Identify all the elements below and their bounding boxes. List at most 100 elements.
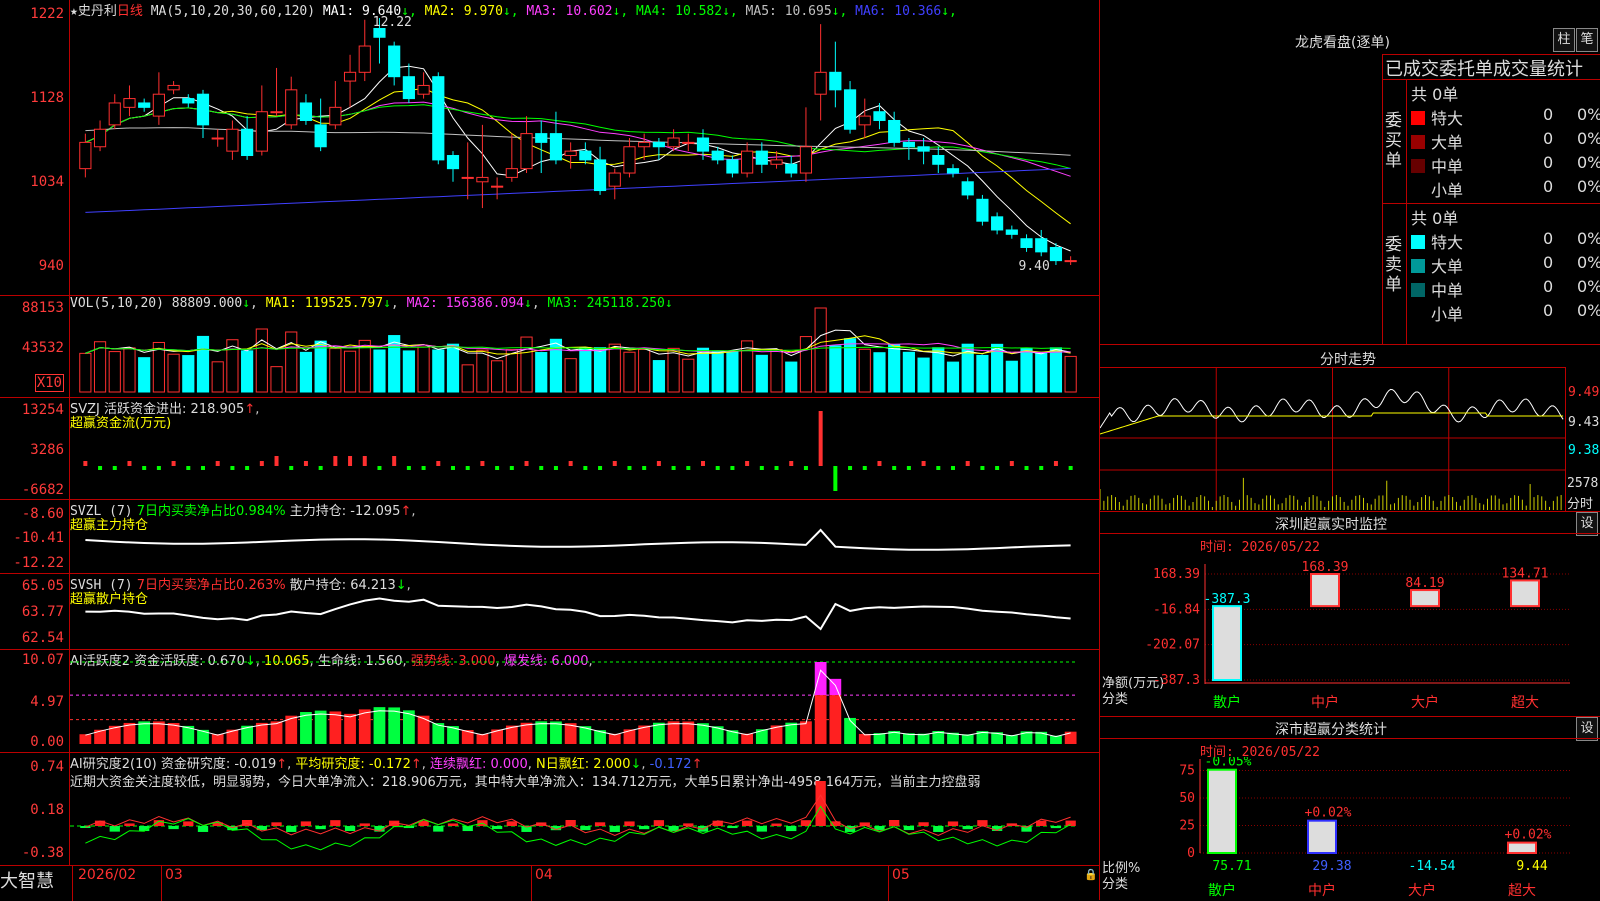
flow-bar bbox=[848, 466, 853, 470]
tick-trend-panel[interactable]: 分时走势 9.49 9.43 9.38 2578 分时 bbox=[1100, 345, 1600, 512]
candle-body bbox=[314, 124, 327, 148]
research-bar bbox=[124, 823, 135, 826]
svzl-tick: -8.60 bbox=[21, 506, 64, 522]
active-bar bbox=[388, 707, 401, 744]
svzl-panel[interactable]: -8.60 -10.41 -12.22 SVZL (7) 7日内买卖净占比0.9… bbox=[0, 500, 1100, 573]
candle-body bbox=[623, 146, 636, 174]
color-swatch bbox=[1411, 183, 1425, 197]
flow-bar bbox=[965, 461, 970, 466]
candle-body bbox=[1035, 238, 1048, 253]
order-row: 大单 0 0% bbox=[1411, 253, 1600, 277]
sz-monitor-chart[interactable]: 168.39 -16.84 -202.07 -387.3 -387.3 散户 168.39 中… bbox=[1100, 552, 1600, 716]
color-swatch bbox=[1411, 307, 1425, 321]
active-bar bbox=[270, 721, 283, 744]
svzj-chart[interactable] bbox=[70, 398, 1100, 498]
candle-body bbox=[991, 216, 1004, 231]
dragon-panel: 龙虎看盘(逐单) 柱 笔 已成交委托单成交量统计 委买单 委卖单 共 0单 共 … bbox=[1100, 0, 1600, 345]
candle-body bbox=[226, 128, 239, 152]
candlestick-chart[interactable]: 12.22 9.40 bbox=[70, 0, 1100, 295]
main-chart-panel[interactable]: 1222 1128 1034 940 ★史丹利日线 MA(5,10,20,30,… bbox=[0, 0, 1100, 295]
candle-body bbox=[946, 168, 960, 174]
ai-research-panel[interactable]: 0.74 0.18 -0.38 AI研究度2(10) 资金研究度: -0.019… bbox=[0, 753, 1100, 865]
active-bar bbox=[300, 712, 312, 744]
tick-price-high: 9.49 bbox=[1568, 385, 1600, 400]
order-stat-box: 已成交委托单成交量统计 委买单 委卖单 共 0单 共 0单 特大 0 0% 大单 0 0%… bbox=[1382, 54, 1600, 345]
research-bar bbox=[315, 826, 326, 830]
order-row: 大单 0 0% bbox=[1411, 129, 1600, 153]
volume-chart[interactable] bbox=[70, 296, 1100, 396]
sz-class-panel[interactable]: 深市超赢分类统计 设 时间: 2026/05/22 比例% 分类 75 50 25 0… bbox=[1100, 717, 1600, 900]
candle-body bbox=[667, 137, 680, 148]
flow-bar bbox=[127, 461, 132, 466]
volume-panel[interactable]: 88153 43532 X10 VOL(5,10,20) 88809.000↓,… bbox=[0, 296, 1100, 397]
research-bar bbox=[330, 820, 341, 826]
candle-body bbox=[902, 141, 915, 148]
ai-active-panel[interactable]: 10.07 4.97 0.00 AI活跃度2 资金活跃度: 0.670↓, 10… bbox=[0, 650, 1100, 766]
flow-bar bbox=[921, 461, 926, 466]
flow-bar bbox=[789, 461, 794, 466]
order-pct: 0% bbox=[1577, 177, 1600, 196]
candle-body bbox=[402, 76, 415, 100]
flow-bar bbox=[215, 461, 220, 466]
svzl-chart[interactable] bbox=[70, 500, 1100, 573]
bar-mode-button[interactable]: 柱 bbox=[1553, 28, 1575, 52]
sz-class-chart[interactable]: 75 50 25 0 -0.05% 75.71 散户 +0.02% 29.38 中户 -14.54 大… bbox=[1100, 757, 1600, 900]
y-tick: -387.3 bbox=[1153, 673, 1200, 688]
lock-icon[interactable]: 🔒 bbox=[1084, 868, 1098, 881]
flow-bar bbox=[906, 466, 911, 470]
sz-monitor-panel[interactable]: 深圳超赢实时监控 设 时间: 2026/05/22 净额(万元) 分类 168.… bbox=[1100, 512, 1600, 716]
volume-bar bbox=[608, 343, 621, 393]
dragon-title: 龙虎看盘(逐单) bbox=[1295, 35, 1390, 51]
svsh-panel[interactable]: 65.05 63.77 62.54 SVSH (7) 7日内买卖净占比0.263… bbox=[0, 574, 1100, 649]
candle-body bbox=[888, 119, 901, 143]
flow-bar bbox=[274, 456, 279, 466]
flow-bar bbox=[539, 466, 544, 470]
order-count: 0 bbox=[1543, 253, 1554, 272]
volume-bar bbox=[123, 347, 136, 393]
candle-body bbox=[432, 76, 445, 161]
color-swatch bbox=[1411, 159, 1425, 173]
active-bar bbox=[800, 721, 812, 744]
order-pct: 0% bbox=[1577, 277, 1600, 296]
category-label: 中户 bbox=[1311, 694, 1339, 711]
flow-bar bbox=[436, 461, 441, 466]
ai-research-chart[interactable] bbox=[70, 753, 1100, 865]
color-swatch bbox=[1411, 135, 1425, 149]
high-label: 12.22 bbox=[373, 15, 412, 30]
ai-research-tick: 0.74 bbox=[30, 759, 64, 775]
active-bar bbox=[667, 721, 680, 744]
candle-body bbox=[696, 137, 710, 152]
candle-body bbox=[520, 133, 533, 170]
svzj-panel[interactable]: 13254 3286 -6682 SVZJ 活跃资金进出: 218.905↑, … bbox=[0, 398, 1100, 499]
ai-research-tick: 0.18 bbox=[30, 802, 64, 818]
ratio-bar bbox=[1507, 841, 1537, 854]
volume-bar bbox=[373, 349, 386, 393]
volume-bar bbox=[167, 353, 180, 393]
ratio-bar bbox=[1307, 819, 1337, 854]
active-bar bbox=[344, 713, 356, 744]
order-count: 0 bbox=[1543, 105, 1554, 124]
volume-bar bbox=[785, 361, 798, 393]
candle-body bbox=[123, 98, 136, 108]
tick-title: 分时走势 bbox=[1320, 352, 1376, 368]
vol-tick: 88153 bbox=[21, 300, 64, 316]
tick-mode-button[interactable]: 笔 bbox=[1576, 28, 1598, 52]
flow-bar bbox=[392, 456, 397, 466]
ai-active-chart[interactable] bbox=[70, 650, 1100, 752]
flow-bar bbox=[480, 461, 485, 466]
candle-body bbox=[388, 45, 401, 78]
volume-bar bbox=[932, 347, 945, 393]
price-tick: 1034 bbox=[30, 174, 64, 190]
volume-bar bbox=[946, 361, 960, 393]
candle-body bbox=[711, 150, 724, 161]
order-type: 大单 bbox=[1431, 257, 1464, 276]
candle-body bbox=[579, 150, 592, 161]
svsh-chart[interactable] bbox=[70, 574, 1100, 649]
volume-bar bbox=[79, 352, 92, 393]
candle-body bbox=[770, 159, 783, 165]
volume-bar bbox=[667, 347, 680, 393]
flow-bar bbox=[656, 461, 661, 466]
candle-body bbox=[843, 89, 857, 130]
flow-bar bbox=[451, 466, 455, 470]
tick-chart[interactable] bbox=[1100, 368, 1565, 511]
